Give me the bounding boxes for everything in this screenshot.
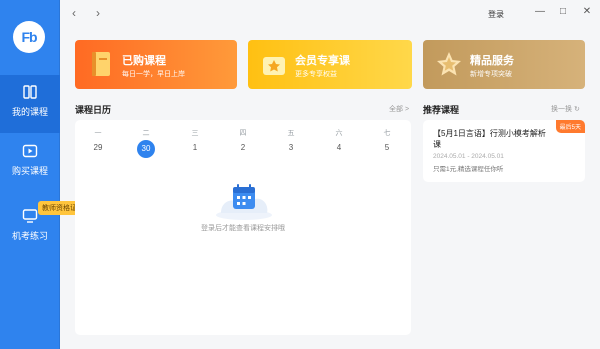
forward-arrow-icon[interactable]: › [91,6,105,20]
purchased-courses-banner[interactable]: 已购课程 每日一学，早日上岸 [75,40,237,89]
title-bar: ‹ › 登录 — □ ✕ [60,0,600,28]
weekday-label: 二 [142,130,150,137]
refresh-label: 换一换 [551,106,572,113]
crown-icon [263,57,285,75]
sidebar: Fb 我的课程 购买课程 机考练习 [0,0,60,349]
calendar-day[interactable]: 2 [234,143,252,152]
weekday-row: 一 二 三 四 五 六 七 [75,128,411,140]
computer-icon [22,209,38,223]
sidebar-item-buy-courses[interactable]: 购买课程 [0,134,60,192]
back-arrow-icon[interactable]: ‹ [67,6,81,20]
view-all-link[interactable]: 全部 > [389,104,409,114]
app-logo: Fb [13,21,45,53]
book-icon [92,52,110,76]
login-button[interactable]: 登录 [488,9,504,20]
calendar-day[interactable]: 4 [330,143,348,152]
sidebar-item-label: 我的课程 [11,107,48,117]
banner-subtitle: 新增专项突破 [470,71,512,78]
calendar-day[interactable]: 1 [186,143,204,152]
banner-subtitle: 更多专享权益 [295,71,337,78]
maximize-icon[interactable]: □ [556,5,570,19]
premium-service-banner[interactable]: 精品服务 新增专项突破 [423,40,585,89]
weekday-label: 一 [94,130,102,137]
banner-title: 已购课程 [122,55,166,67]
weekday-label: 六 [335,130,343,137]
calendar-day[interactable]: 3 [282,143,300,152]
calendar-section-title: 课程日历 [75,105,112,115]
banner-subtitle: 每日一学，早日上岸 [122,71,185,78]
empty-calendar-icon [216,184,272,220]
play-icon [22,144,38,158]
empty-state-text: 登录后才能查看课程安排哦 [201,225,285,232]
book-icon [23,85,37,99]
sidebar-item-label: 购买课程 [11,166,48,176]
minimize-icon[interactable]: — [533,5,547,19]
sidebar-item-my-courses[interactable]: 我的课程 [0,75,60,133]
calendar-day[interactable]: 5 [378,143,396,152]
banner-title: 会员专享课 [295,55,350,67]
course-description: 只需1元,精选课程任你听 [433,166,504,173]
day-row: 29 30 1 2 3 4 5 [75,140,411,158]
refresh-icon: ↻ [573,106,580,113]
course-title: 【5月1日言语】行测小模考解析课 [433,129,546,149]
banner-title: 精品服务 [470,55,514,67]
weekday-label: 七 [383,130,391,137]
weekday-label: 四 [239,130,247,137]
member-courses-banner[interactable]: 会员专享课 更多专享权益 [248,40,412,89]
recommended-course-card[interactable]: 【5月1日言语】行测小模考解析课 2024.05.01 - 2024.05.01… [423,120,585,182]
course-date: 2024.05.01 - 2024.05.01 [433,153,504,160]
calendar-day-today[interactable]: 30 [137,140,155,158]
weekday-label: 三 [191,130,199,137]
sidebar-item-label: 机考练习 [11,231,48,241]
course-calendar: 一 二 三 四 五 六 七 29 30 1 2 3 4 5 登录后才能查看课程安… [75,120,411,335]
refresh-link[interactable]: 换一换 ↻ [551,104,580,114]
countdown-badge: 最后5天 [555,120,585,133]
weekday-label: 五 [287,130,295,137]
close-icon[interactable]: ✕ [580,5,594,19]
recommend-section-title: 推荐课程 [423,105,460,115]
star-icon [437,52,461,76]
calendar-day[interactable]: 29 [89,143,107,152]
